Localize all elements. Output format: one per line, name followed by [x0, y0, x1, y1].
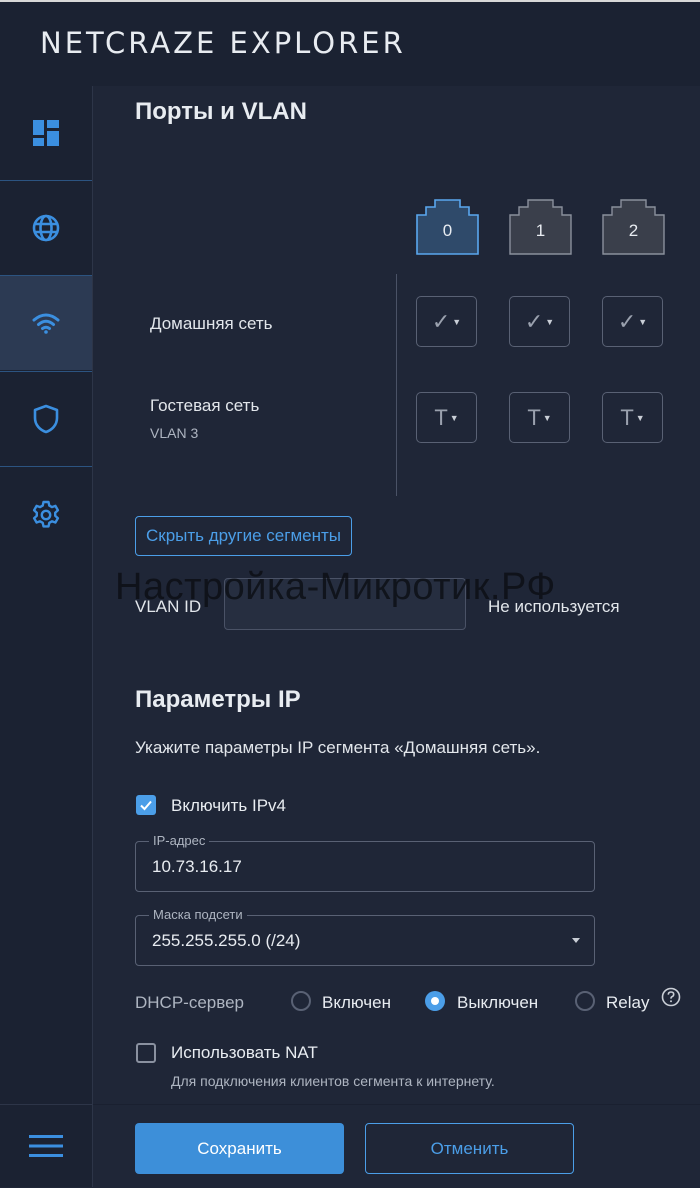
sidebar-item-security[interactable] [0, 372, 92, 466]
vlan-status-text: Не используется [488, 597, 620, 616]
chevron-down-icon: ▼ [452, 316, 462, 327]
sidebar [0, 86, 93, 1187]
use-nat-checkbox[interactable] [136, 1043, 156, 1063]
port-mode-select[interactable]: T ▼ [509, 392, 570, 443]
untagged-check-icon: ✓ [524, 308, 544, 334]
dhcp-option-enabled[interactable]: Включен [322, 993, 391, 1013]
port-number: 0 [442, 221, 453, 240]
port-0[interactable]: 0 [416, 199, 479, 255]
untagged-check-icon: ✓ [431, 308, 451, 334]
vlan-id-label: VLAN ID [135, 597, 202, 616]
dhcp-server-label: DHCP-сервер [135, 993, 244, 1012]
sidebar-item-wifi[interactable] [0, 276, 92, 370]
segment-vlan-sub: VLAN 3 [150, 425, 199, 441]
port-mode-select[interactable]: ✓ ▼ [416, 296, 477, 347]
ip-address-legend: IP-адрес [149, 833, 210, 848]
chevron-down-icon: ▼ [545, 316, 555, 327]
ip-section-title: Параметры IP [135, 686, 301, 713]
ip-address-value: 10.73.16.17 [152, 857, 242, 876]
segment-name-home: Домашняя сеть [150, 314, 273, 333]
port-1[interactable]: 1 [509, 199, 572, 255]
ports-section-title: Порты и VLAN [135, 98, 307, 125]
cancel-button[interactable]: Отменить [365, 1123, 574, 1174]
chevron-down-icon: ▼ [542, 412, 552, 423]
chevron-down-icon: ▼ [635, 412, 645, 423]
shield-icon [33, 404, 59, 434]
enable-ipv4-label: Включить IPv4 [171, 796, 286, 815]
chevron-down-icon: ▼ [449, 412, 459, 423]
chevron-down-icon [572, 938, 580, 943]
untagged-check-icon: ✓ [617, 308, 637, 334]
menu-button[interactable] [0, 1104, 92, 1187]
use-nat-hint: Для подключения клиентов сегмента к инте… [171, 1073, 495, 1089]
subnet-mask-select[interactable]: Маска подсети 255.255.255.0 (/24) [135, 907, 595, 966]
port-number: 1 [535, 221, 546, 240]
dhcp-radio-enabled[interactable] [291, 991, 311, 1011]
tagged-t-icon: T [527, 404, 541, 430]
use-nat-label: Использовать NAT [171, 1043, 318, 1062]
tagged-t-icon: T [434, 404, 448, 430]
chevron-down-icon: ▼ [638, 316, 648, 327]
save-button[interactable]: Сохранить [135, 1123, 344, 1174]
globe-icon [32, 214, 60, 242]
sidebar-item-internet[interactable] [0, 181, 92, 275]
port-mode-select[interactable]: ✓ ▼ [509, 296, 570, 347]
brand-logo: NETCRAZE EXPLORER [40, 26, 406, 60]
port-mode-select[interactable]: ✓ ▼ [602, 296, 663, 347]
subnet-mask-value: 255.255.255.0 (/24) [152, 931, 301, 950]
sidebar-separator [0, 466, 92, 467]
tagged-t-icon: T [620, 404, 634, 430]
sidebar-item-settings[interactable] [0, 468, 92, 562]
dhcp-option-relay[interactable]: Relay [606, 993, 649, 1013]
segment-name-guest: Гостевая сеть [150, 396, 260, 415]
ip-address-field[interactable]: IP-адрес 10.73.16.17 [135, 833, 595, 892]
dashboard-icon [33, 120, 59, 146]
check-icon [140, 800, 152, 811]
port-mode-select[interactable]: T ▼ [416, 392, 477, 443]
dhcp-radio-relay[interactable] [575, 991, 595, 1011]
subnet-mask-legend: Маска подсети [149, 907, 247, 922]
port-number: 2 [628, 221, 639, 240]
ip-section-description: Укажите параметры IP сегмента «Домашняя … [135, 738, 541, 757]
sidebar-item-dashboard[interactable] [0, 86, 92, 180]
gear-icon [32, 500, 60, 528]
help-icon[interactable] [661, 987, 681, 1007]
top-bar: NETCRAZE EXPLORER [0, 0, 700, 86]
column-divider [396, 274, 397, 496]
vlan-id-input[interactable] [224, 578, 466, 630]
main-content: Порты и VLAN 0 1 2 Домашняя сеть ✓ ▼ ✓ ▼… [93, 86, 700, 1187]
hide-segments-button[interactable]: Скрыть другие сегменты [135, 516, 353, 556]
enable-ipv4-checkbox[interactable] [136, 795, 156, 815]
hamburger-icon [29, 1135, 63, 1157]
dhcp-radio-disabled[interactable] [425, 991, 445, 1011]
port-2[interactable]: 2 [602, 199, 665, 255]
wifi-icon [32, 313, 60, 334]
footer-bar: Сохранить Отменить [93, 1104, 700, 1188]
port-mode-select[interactable]: T ▼ [602, 392, 663, 443]
dhcp-option-disabled[interactable]: Выключен [457, 993, 538, 1013]
